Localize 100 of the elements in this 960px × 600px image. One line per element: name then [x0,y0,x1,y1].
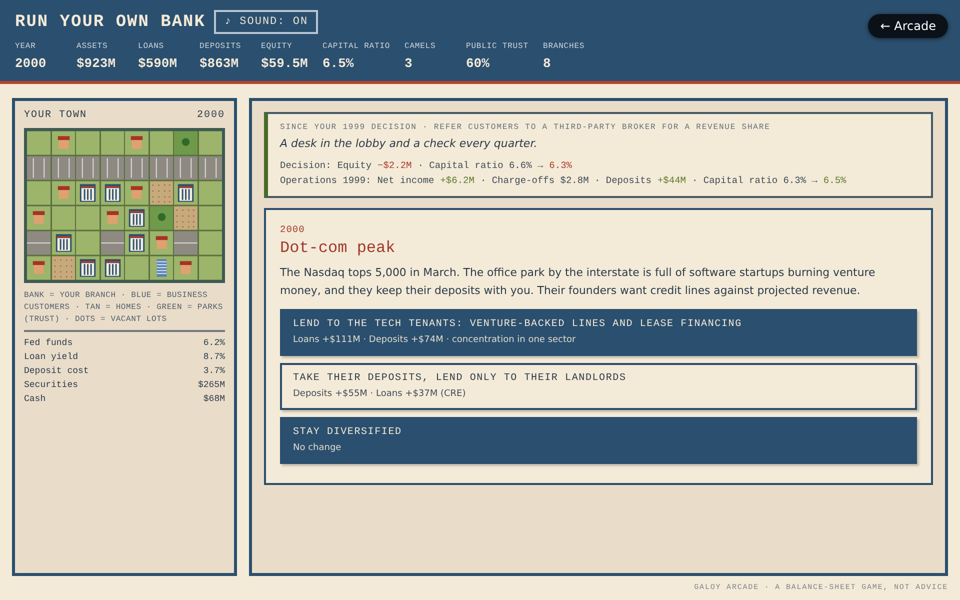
house-icon [27,206,50,230]
house-icon [125,131,148,155]
tree-icon [174,131,198,155]
choice-button[interactable]: TAKE THEIR DEPOSITS, LEND ONLY TO THEIR LANDLORDS Deposits +$55M · Loans +$37M (CRE) [280,363,917,410]
rate-label: Securities [24,380,78,390]
bank-icon [76,256,100,280]
stat-value: 3 [404,56,414,71]
house-icon [100,206,124,230]
result-change: −$2.2M [378,159,412,173]
vacant-lot-tile [150,181,173,205]
grass-tile [198,181,222,205]
result-text: Net income [377,174,434,188]
stat-label: CAMELS [404,42,437,51]
stat-value: 60% [466,56,490,71]
rate-label: Cash [24,394,46,404]
grass-tile [198,131,222,155]
vacant-lot-tile [52,256,75,280]
road-tile [125,156,148,180]
result-text: · Capital ratio 6.3% → [692,174,818,188]
rate-label: Loan yield [24,352,78,362]
grass-tile [100,131,124,155]
result-change: 6.3% [549,159,572,173]
road-tile [150,156,173,180]
grass-tile [27,181,50,205]
rate-label: Deposit cost [24,366,89,376]
rate-value: $265M [198,380,225,390]
map-legend: BANK = YOUR BRANCH · BLUE = BUSINESS CUSTOMERS · TAN = HOMES · GREEN = PARKS (TRUST) · DOTS = VACANT LOTS [24,290,225,332]
bank-icon [125,231,148,255]
event-year: 2000 [280,224,305,235]
grass-tile [76,231,100,255]
panel-title: YOUR TOWN [24,110,88,121]
stat-value: $590M [138,56,178,71]
result-change: 6.5% [823,174,846,188]
house-icon [52,131,75,155]
result-text: · Capital ratio 6.6% → [418,159,544,173]
stat-value: $59.5M [261,56,309,71]
result-text: Decision: [280,159,332,173]
grass-tile [150,131,173,155]
road-tile [27,231,50,255]
stat-label: ASSETS [76,42,109,51]
grass-tile [198,256,222,280]
road-tile [174,156,198,180]
grass-tile [198,206,222,230]
road-tile [174,231,198,255]
tree-icon [150,206,173,230]
choice-button[interactable]: LEND TO THE TECH TENANTS: VENTURE-BACKED LINES AND LEASE FINANCING Loans +$111M · Deposits +$74M · concentration in one sector [280,309,917,356]
house-icon [125,181,148,205]
road-tile [198,156,222,180]
grass-tile [76,131,100,155]
house-icon [174,256,198,280]
grass-tile [27,131,50,155]
result-change: +$6.2M [440,174,474,188]
rate-value: $68M [203,394,225,404]
office-building-icon [150,256,173,280]
stat-value: 6.5% [322,56,355,71]
event-description: The Nasdaq tops 5,000 in March. The office park by the interstate is full of software startups burning venture money, and they keep their deposits with you. Their founders want credit lines against projected revenue. [280,265,876,299]
bank-icon [100,181,124,205]
rate-label: Fed funds [24,338,73,348]
stat-label: YEAR [15,42,37,51]
recap-heading: SINCE YOUR 1999 DECISION · REFER CUSTOMERS TO A THIRD-PARTY BROKER FOR A REVENUE SHARE [280,123,770,132]
stat-label: BRANCHES [543,42,586,51]
back-to-arcade-button[interactable]: ← Arcade [868,14,948,38]
recap-quote: A desk in the lobby and a check every quarter. [280,137,538,150]
rate-value: 6.2% [203,338,225,348]
road-tile [27,156,50,180]
stat-label: EQUITY [261,42,294,51]
choice-button[interactable]: STAY DIVERSIFIED No change [280,417,917,464]
road-tile [100,156,124,180]
road-tile [100,231,124,255]
bank-icon [52,231,75,255]
stat-value: $923M [76,56,117,71]
event-title: Dot-com peak [280,239,396,257]
stat-value: $863M [200,56,240,71]
bank-icon [174,181,198,205]
rate-value: 8.7% [203,352,225,362]
house-icon [150,231,173,255]
stat-label: PUBLIC TRUST [466,42,530,51]
sound-toggle[interactable]: ♪ SOUND: ON [214,10,318,34]
road-tile [76,156,100,180]
stat-label: LOANS [138,42,166,51]
house-icon [27,256,50,280]
road-tile [52,156,75,180]
game-title: RUN YOUR OWN BANK [15,12,206,32]
stat-value: 2000 [15,56,48,71]
grass-tile [198,231,222,255]
result-change: +$44M [657,174,686,188]
rate-value: 3.7% [203,366,225,376]
result-text: Operations 1999: [280,174,372,188]
stat-value: 8 [543,56,552,71]
result-text: Equity [337,159,372,173]
result-text: · Charge-offs $2.8M · Deposits [480,174,652,188]
stat-label: DEPOSITS [200,42,242,51]
bank-icon [125,206,148,230]
bank-icon [76,181,100,205]
grass-tile [52,206,75,230]
stat-label: CAPITAL RATIO [322,42,392,51]
panel-year: 2000 [196,110,225,121]
grass-tile [125,256,148,280]
bank-icon [100,256,124,280]
vacant-lot-tile [174,206,198,230]
